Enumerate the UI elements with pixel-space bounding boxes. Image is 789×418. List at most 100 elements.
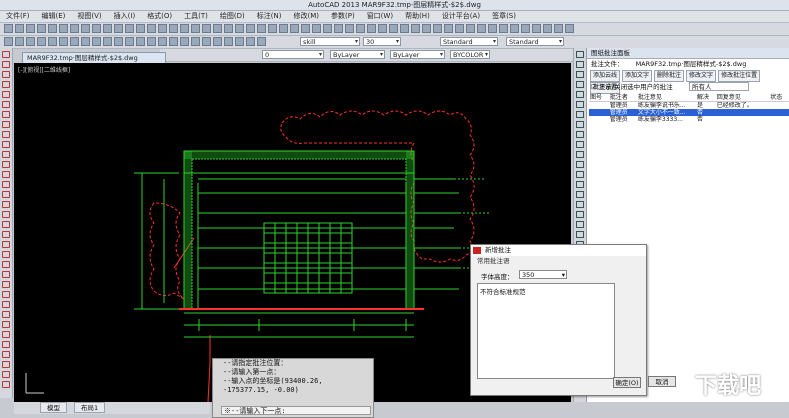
column-header[interactable]: 解决 bbox=[696, 92, 716, 102]
toolbar-tool-icon[interactable] bbox=[235, 24, 244, 33]
modify-tool-icon[interactable] bbox=[576, 231, 584, 238]
draw-tool-icon[interactable] bbox=[2, 191, 10, 198]
toolbar-tool-icon[interactable] bbox=[191, 37, 200, 46]
draw-tool-icon[interactable] bbox=[2, 151, 10, 158]
toolbar-tool-icon[interactable] bbox=[246, 24, 255, 33]
toolbar-tool-icon[interactable] bbox=[59, 37, 68, 46]
toolbar-tool-icon[interactable] bbox=[466, 24, 475, 33]
modify-tool-icon[interactable] bbox=[576, 181, 584, 188]
toolbar-tool-icon[interactable] bbox=[444, 24, 453, 33]
menu-item-3[interactable]: 插入(I) bbox=[108, 11, 142, 22]
toolbar-tool-icon[interactable] bbox=[15, 37, 24, 46]
toolbar-tool-icon[interactable] bbox=[4, 37, 13, 46]
draw-tool-icon[interactable] bbox=[2, 91, 10, 98]
modify-tool-icon[interactable] bbox=[576, 201, 584, 208]
modify-tool-icon[interactable] bbox=[576, 81, 584, 88]
column-header[interactable]: 状态 bbox=[769, 92, 789, 102]
menu-item-6[interactable]: 绘图(D) bbox=[214, 11, 251, 22]
layer-combo[interactable]: 0 bbox=[262, 50, 324, 59]
dim-style-combo[interactable]: Standard bbox=[440, 37, 498, 46]
toolbar-tool-icon[interactable] bbox=[59, 24, 68, 33]
draw-tool-icon[interactable] bbox=[2, 231, 10, 238]
menu-item-12[interactable]: 设计平台(A) bbox=[436, 11, 486, 22]
table-row[interactable]: 管理员 练友骗李3333... 否 bbox=[589, 116, 789, 123]
menu-item-1[interactable]: 编辑(E) bbox=[36, 11, 72, 22]
draw-tool-icon[interactable] bbox=[2, 301, 10, 308]
draw-tool-icon[interactable] bbox=[2, 291, 10, 298]
menu-item-0[interactable]: 文件(F) bbox=[0, 11, 36, 22]
toolbar-tool-icon[interactable] bbox=[565, 24, 574, 33]
modify-tool-icon[interactable] bbox=[576, 211, 584, 218]
draw-tool-icon[interactable] bbox=[2, 321, 10, 328]
draw-tool-icon[interactable] bbox=[2, 161, 10, 168]
toolbar-tool-icon[interactable] bbox=[499, 24, 508, 33]
toolbar-tool-icon[interactable] bbox=[455, 24, 464, 33]
toolbar-tool-icon[interactable] bbox=[48, 37, 57, 46]
modify-tool-icon[interactable] bbox=[576, 191, 584, 198]
draw-tool-icon[interactable] bbox=[2, 201, 10, 208]
toolbar-tool-icon[interactable] bbox=[26, 24, 35, 33]
draw-tool-icon[interactable] bbox=[2, 101, 10, 108]
toolbar-tool-icon[interactable] bbox=[81, 24, 90, 33]
draw-tool-icon[interactable] bbox=[2, 111, 10, 118]
column-header[interactable]: 批注者 bbox=[608, 92, 637, 102]
toolbar-tool-icon[interactable] bbox=[257, 37, 266, 46]
toolbar-tool-icon[interactable] bbox=[235, 37, 244, 46]
toolbar-tool-icon[interactable] bbox=[147, 24, 156, 33]
modify-tool-icon[interactable] bbox=[576, 61, 584, 68]
draw-tool-icon[interactable] bbox=[2, 131, 10, 138]
toolbar-tool-icon[interactable] bbox=[422, 24, 431, 33]
toolbar-tool-icon[interactable] bbox=[268, 24, 277, 33]
menu-item-9[interactable]: 参数(P) bbox=[325, 11, 361, 22]
menu-item-5[interactable]: 工具(T) bbox=[178, 11, 214, 22]
toolbar-tool-icon[interactable] bbox=[180, 24, 189, 33]
modify-tool-icon[interactable] bbox=[576, 161, 584, 168]
draw-tool-icon[interactable] bbox=[2, 51, 10, 58]
modify-tool-icon[interactable] bbox=[576, 131, 584, 138]
toolbar-tool-icon[interactable] bbox=[147, 37, 156, 46]
command-input[interactable]: ※--请输入下一点: bbox=[221, 406, 371, 415]
toolbar-tool-icon[interactable] bbox=[488, 24, 497, 33]
annotation-text-area[interactable]: 不符合标准规范 bbox=[477, 283, 615, 379]
toolbar-tool-icon[interactable] bbox=[510, 24, 519, 33]
command-window[interactable]: --请指定批注位置： --请输入第一点： --输入点的坐标是(93400.26, -1… bbox=[212, 358, 374, 418]
toolbar-tool-icon[interactable] bbox=[92, 24, 101, 33]
column-header[interactable]: 回复意见 bbox=[715, 92, 770, 102]
toolbar-tool-icon[interactable] bbox=[389, 24, 398, 33]
modify-tool-icon[interactable] bbox=[576, 141, 584, 148]
toolbar-tool-icon[interactable] bbox=[213, 24, 222, 33]
toolbar-tool-icon[interactable] bbox=[532, 24, 541, 33]
toolbar-tool-icon[interactable] bbox=[180, 37, 189, 46]
menu-item-11[interactable]: 帮助(H) bbox=[399, 11, 436, 22]
menu-item-2[interactable]: 视图(V) bbox=[71, 11, 107, 22]
draw-tool-icon[interactable] bbox=[2, 141, 10, 148]
toolbar-tool-icon[interactable] bbox=[290, 24, 299, 33]
modify-tool-icon[interactable] bbox=[576, 151, 584, 158]
draw-tool-icon[interactable] bbox=[2, 181, 10, 188]
panel-button-0[interactable]: 添加云线 bbox=[590, 70, 621, 82]
modify-tool-icon[interactable] bbox=[576, 121, 584, 128]
toolbar-tool-icon[interactable] bbox=[400, 24, 409, 33]
toolbar-tool-icon[interactable] bbox=[125, 24, 134, 33]
ok-button[interactable]: 确定(O) bbox=[613, 377, 641, 388]
toolbar-tool-icon[interactable] bbox=[92, 37, 101, 46]
draw-tool-icon[interactable] bbox=[2, 311, 10, 318]
toolbar-tool-icon[interactable] bbox=[543, 24, 552, 33]
toolbar-tool-icon[interactable] bbox=[48, 24, 57, 33]
panel-button-3[interactable]: 修改文字 bbox=[686, 70, 717, 82]
tab-model[interactable]: 模型 bbox=[40, 402, 67, 413]
dim-scale-combo[interactable]: 30 bbox=[363, 37, 401, 46]
toolbar-tool-icon[interactable] bbox=[345, 24, 354, 33]
modify-tool-icon[interactable] bbox=[576, 171, 584, 178]
toolbar-tool-icon[interactable] bbox=[136, 37, 145, 46]
table-row[interactable]: 管理员 文字大小不一致... 否 bbox=[589, 109, 789, 116]
draw-tool-icon[interactable] bbox=[2, 211, 10, 218]
filter-checkbox-icon[interactable]: ☑ bbox=[591, 83, 597, 91]
toolbar-tool-icon[interactable] bbox=[191, 24, 200, 33]
toolbar-tool-icon[interactable] bbox=[323, 24, 332, 33]
toolbar-tool-icon[interactable] bbox=[554, 24, 563, 33]
toolbar-tool-icon[interactable] bbox=[202, 37, 211, 46]
menu-item-8[interactable]: 修改(M) bbox=[287, 11, 325, 22]
draw-tool-icon[interactable] bbox=[2, 281, 10, 288]
toolbar-tool-icon[interactable] bbox=[70, 37, 79, 46]
